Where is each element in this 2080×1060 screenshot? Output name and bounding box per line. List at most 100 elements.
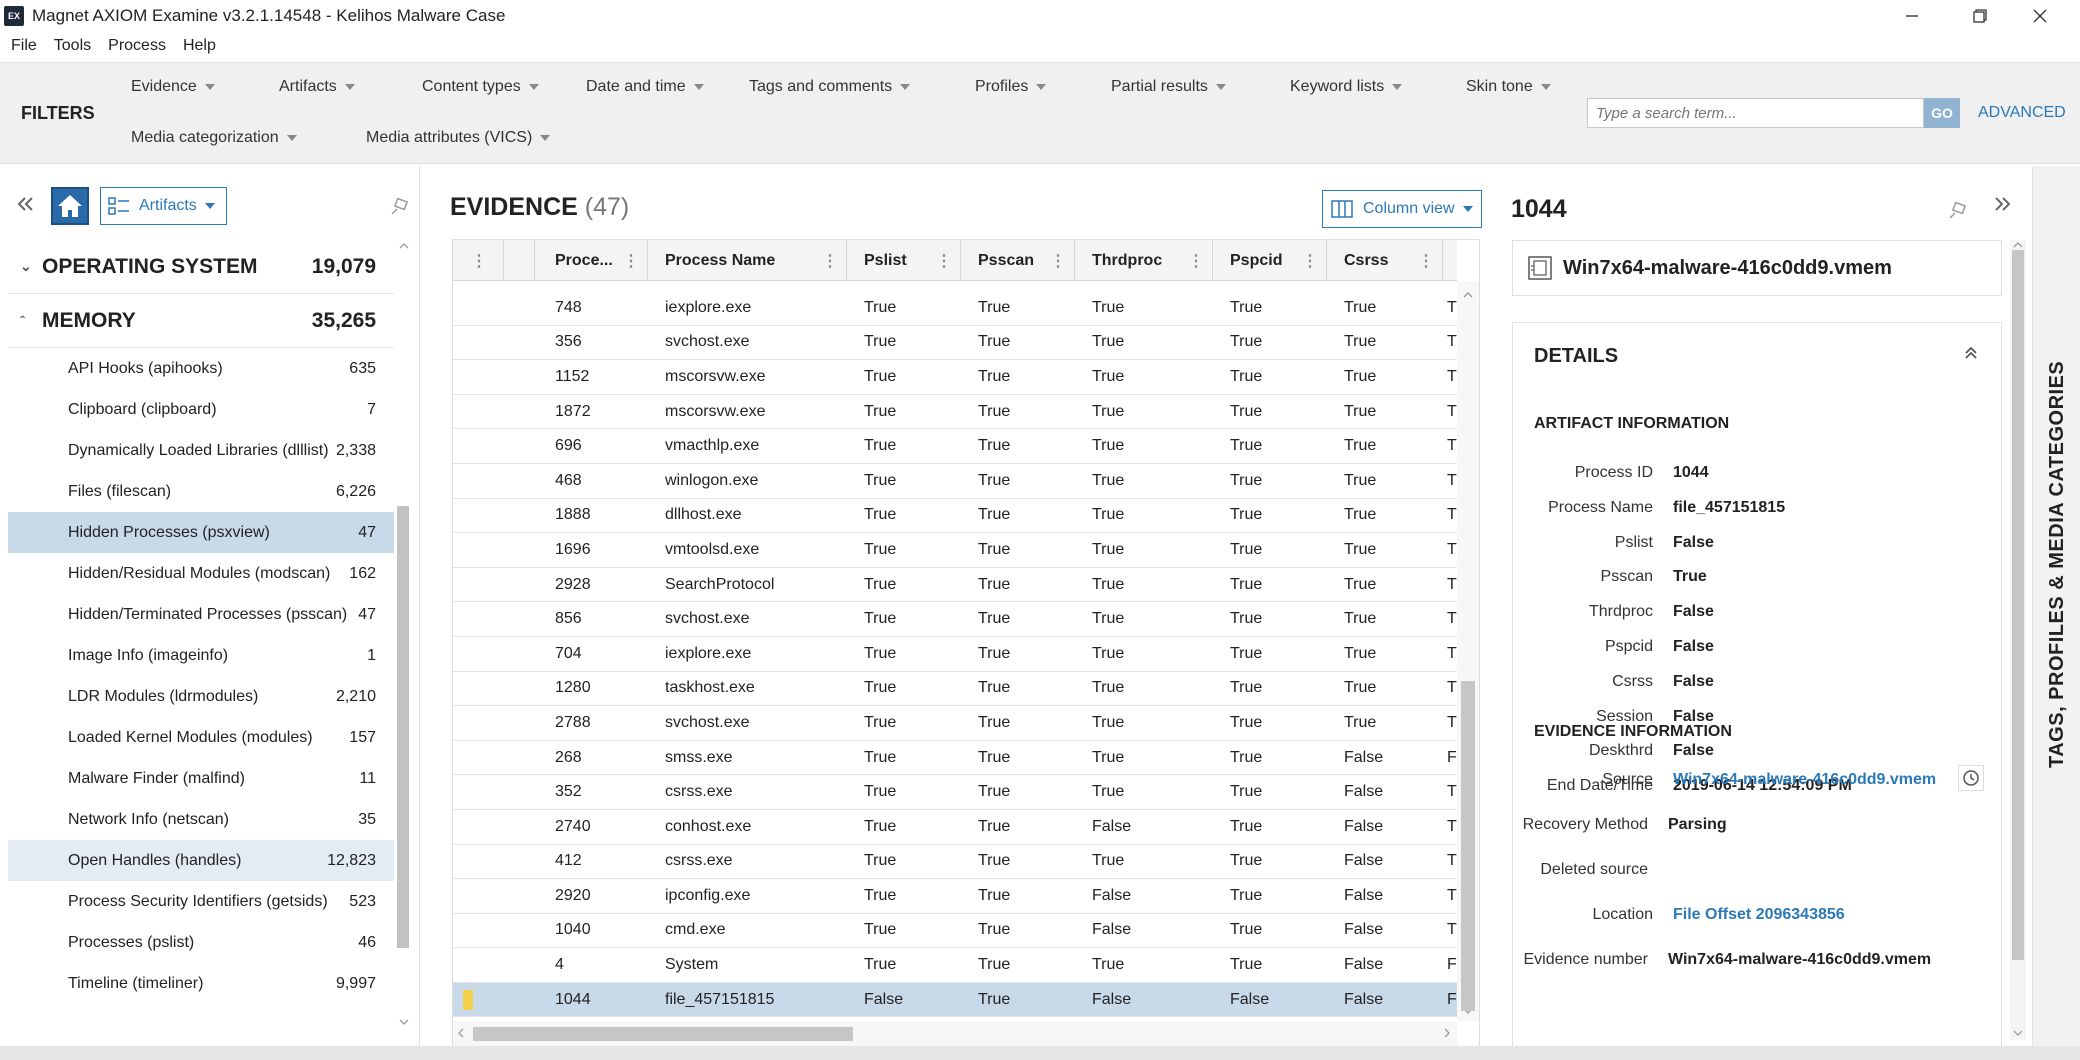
menu-help[interactable]: Help — [183, 37, 216, 55]
left-scrollbar-thumb[interactable] — [397, 506, 409, 948]
filter-partial-results[interactable]: Partial results — [1111, 78, 1226, 96]
artifact-list-item[interactable]: Open Handles (handles) 12,823 — [8, 840, 394, 881]
collapse-details-section-button[interactable] — [1963, 345, 1979, 361]
artifact-list-item[interactable]: Timeline (timeliner) 9,997 — [8, 963, 394, 1004]
column-header-csrss[interactable]: Csrss ⋮ — [1327, 240, 1443, 281]
column-options[interactable]: ⋮ — [453, 240, 504, 281]
table-row[interactable]: 352 csrss.exe True True True True False T — [453, 775, 1457, 810]
view-selector-dropdown[interactable]: Artifacts — [100, 187, 227, 225]
category-memory[interactable]: ˆ MEMORY 35,265 — [8, 294, 394, 348]
menu-file[interactable]: File — [11, 37, 37, 55]
detail-value[interactable]: False — [1673, 534, 1714, 552]
table-row[interactable]: 2928 SearchProtocol True True True True True T — [453, 568, 1457, 603]
details-scrollbar-thumb[interactable] — [2012, 250, 2024, 960]
column-header-pslist[interactable]: Pslist ⋮ — [847, 240, 961, 281]
table-row[interactable]: 696 vmacthlp.exe True True True True True T — [453, 429, 1457, 464]
column-header-process-name[interactable]: Process Name ⋮ — [648, 240, 847, 281]
detail-row: Thrdproc False — [1513, 597, 2001, 627]
pin-button[interactable] — [1948, 202, 1966, 220]
search-input[interactable] — [1587, 98, 1924, 128]
table-row[interactable]: 1152 mscorsvw.exe True True True True True T — [453, 360, 1457, 395]
artifact-list-item[interactable]: Loaded Kernel Modules (modules) 157 — [8, 717, 394, 758]
filter-skin-tone[interactable]: Skin tone — [1466, 78, 1551, 96]
artifact-list-item[interactable]: Hidden/Residual Modules (modscan) 162 — [8, 553, 394, 594]
collapse-pane-button[interactable] — [16, 196, 34, 212]
filter-tags-and-comments[interactable]: Tags and comments — [749, 78, 911, 96]
artifact-list-item[interactable]: Processes (pslist) 46 — [8, 922, 394, 963]
filter-profiles[interactable]: Profiles — [975, 78, 1047, 96]
row-selector[interactable] — [453, 989, 504, 1010]
grid-vertical-scrollbar-thumb[interactable] — [1461, 681, 1475, 1011]
filter-keyword-lists[interactable]: Keyword lists — [1290, 78, 1403, 96]
detail-value[interactable]: False — [1673, 603, 1714, 621]
filter-date-and-time[interactable]: Date and time — [586, 78, 704, 96]
artifact-list-item[interactable]: Hidden/Terminated Processes (psscan) 47 — [8, 594, 394, 635]
artifact-list-item[interactable]: Process Security Identifiers (getsids) 52… — [8, 881, 394, 922]
table-row[interactable]: 2920 ipconfig.exe True True False True False T — [453, 879, 1457, 914]
artifact-list-item[interactable]: LDR Modules (ldrmodules) 2,210 — [8, 676, 394, 717]
table-row[interactable]: 468 winlogon.exe True True True True True T — [453, 464, 1457, 499]
table-row[interactable]: 856 svchost.exe True True True True True T — [453, 602, 1457, 637]
detail-value[interactable]: False — [1673, 673, 1714, 691]
table-row[interactable]: 1044 file_457151815 False True False False Fal… — [453, 982, 1457, 1018]
filter-media-categorization[interactable]: Media categorization — [131, 129, 297, 147]
detail-value[interactable]: file_457151815 — [1673, 499, 1785, 517]
table-row[interactable]: 1872 mscorsvw.exe True True True True True T — [453, 395, 1457, 430]
column-tag[interactable] — [504, 240, 535, 281]
pin-button[interactable] — [390, 198, 408, 216]
cell-psscan: True — [978, 367, 1011, 385]
menu-tools[interactable]: Tools — [54, 37, 91, 55]
close-button[interactable] — [2017, 0, 2063, 32]
artifact-list-item[interactable]: API Hooks (apihooks) 635 — [8, 348, 394, 389]
filter-media-attributes[interactable]: Media attributes (VICS) — [366, 129, 551, 147]
table-row[interactable]: 748 iexplore.exe True True True True True T — [453, 291, 1457, 326]
column-header-overflow[interactable] — [1443, 240, 1457, 281]
view-mode-label: Column view — [1363, 200, 1455, 217]
filter-evidence[interactable]: Evidence — [131, 78, 215, 96]
cell-process-id: 856 — [555, 610, 582, 628]
detail-value[interactable]: False — [1673, 638, 1714, 656]
table-row[interactable]: 2788 svchost.exe True True True True True T — [453, 706, 1457, 741]
table-row[interactable]: 1888 dllhost.exe True True True True True T — [453, 499, 1457, 534]
table-row[interactable]: 1040 cmd.exe True True False True False T — [453, 914, 1457, 949]
column-header-psscan[interactable]: Psscan ⋮ — [961, 240, 1075, 281]
detail-value[interactable]: File Offset 2096343856 — [1673, 906, 1845, 924]
table-row[interactable]: 268 smss.exe True True True True False F — [453, 741, 1457, 776]
detail-value[interactable]: Win7x64-malware-416c0dd9.vmem — [1673, 771, 1936, 789]
advanced-link[interactable]: ADVANCED — [1978, 104, 2066, 122]
collapse-details-button[interactable] — [1994, 196, 2012, 212]
filter-content-types[interactable]: Content types — [422, 78, 539, 96]
artifact-list-item[interactable]: Files (filescan) 6,226 — [8, 471, 394, 512]
detail-value[interactable]: False — [1673, 742, 1714, 760]
detail-value[interactable]: True — [1673, 568, 1707, 586]
detail-value[interactable]: 1044 — [1673, 464, 1709, 482]
cell-pspcid: True — [1230, 298, 1263, 316]
artifact-list-item[interactable]: Dynamically Loaded Libraries (dlllist) 2,… — [8, 430, 394, 471]
cell-csrss: False — [1344, 886, 1384, 904]
table-row[interactable]: 356 svchost.exe True True True True True T — [453, 326, 1457, 361]
artifact-list-item[interactable]: Network Info (netscan) 35 — [8, 799, 394, 840]
restore-button[interactable] — [1957, 0, 2003, 32]
column-header-process-id[interactable]: Proce... ⋮ — [535, 240, 648, 281]
table-row[interactable]: 412 csrss.exe True True True True False T — [453, 845, 1457, 880]
artifact-list-item[interactable]: Clipboard (clipboard) 7 — [8, 389, 394, 430]
home-button[interactable] — [51, 187, 89, 225]
side-tab-tags-profiles[interactable]: TAGS, PROFILES & MEDIA CATEGORIES — [2032, 166, 2080, 1046]
table-row[interactable]: 1696 vmtoolsd.exe True True True True True T — [453, 533, 1457, 568]
column-header-pspcid[interactable]: Pspcid ⋮ — [1213, 240, 1327, 281]
artifact-list-item[interactable]: Image Info (imageinfo) 1 — [8, 635, 394, 676]
table-row[interactable]: 4 System True True True True False F — [453, 948, 1457, 983]
filter-artifacts[interactable]: Artifacts — [279, 78, 355, 96]
artifact-list-item[interactable]: Malware Finder (malfind) 11 — [8, 758, 394, 799]
table-row[interactable]: 1280 taskhost.exe True True True True True T — [453, 672, 1457, 707]
table-row[interactable]: 2740 conhost.exe True True False True False T — [453, 810, 1457, 845]
category-operating-system[interactable]: ⌄ OPERATING SYSTEM 19,079 — [8, 240, 394, 294]
column-view-dropdown[interactable]: Column view — [1322, 190, 1482, 228]
column-header-thrdproc[interactable]: Thrdproc ⋮ — [1075, 240, 1213, 281]
table-row[interactable]: 704 iexplore.exe True True True True True T — [453, 637, 1457, 672]
minimize-button[interactable] — [1889, 0, 1935, 32]
menu-process[interactable]: Process — [108, 37, 166, 55]
go-button[interactable]: GO — [1924, 98, 1960, 128]
artifact-list-item[interactable]: Hidden Processes (psxview) 47 — [8, 512, 394, 553]
grid-horizontal-scrollbar-thumb[interactable] — [473, 1027, 853, 1041]
